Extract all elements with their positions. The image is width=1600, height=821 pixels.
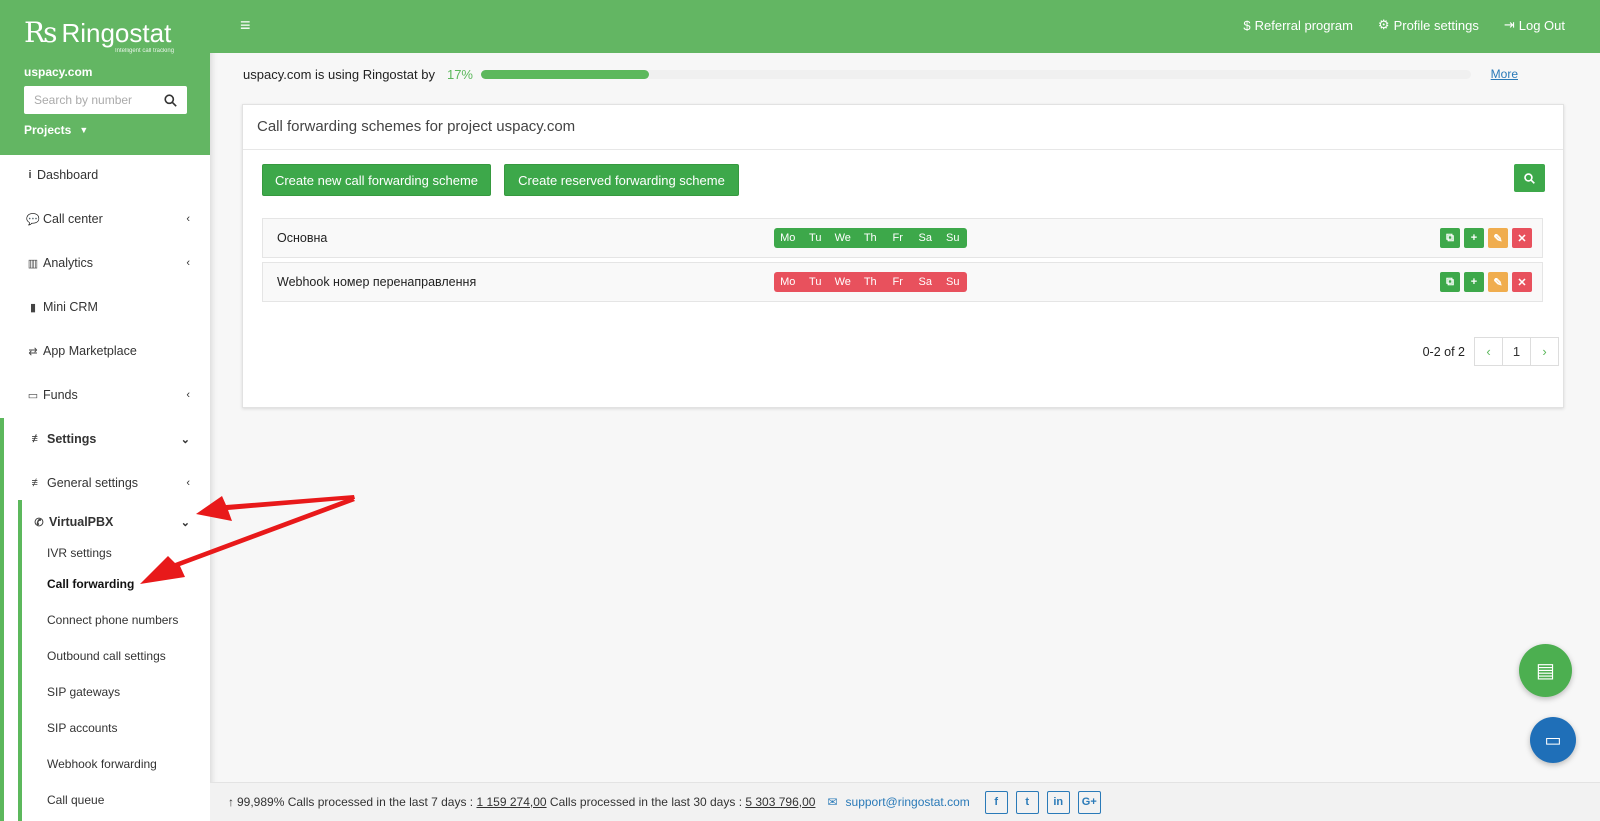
arrow-to-call-forwarding bbox=[140, 497, 355, 584]
calls-30-days-value: 5 303 796,00 bbox=[745, 795, 816, 809]
panel-title: Call forwarding schemes for project uspa… bbox=[243, 105, 1563, 150]
support-email: support@ringostat.com bbox=[845, 795, 970, 809]
plus-icon[interactable]: + bbox=[1464, 228, 1484, 248]
delete-icon[interactable]: ✕ bbox=[1512, 272, 1532, 292]
next-page-button[interactable]: › bbox=[1530, 337, 1559, 366]
subnav-sip-gateways[interactable]: SIP gateways bbox=[47, 685, 120, 699]
calls-30-days-label: Calls processed in the last 30 days : bbox=[549, 795, 743, 809]
linkedin-icon[interactable]: in bbox=[1046, 790, 1070, 814]
usage-more-link[interactable]: More bbox=[1491, 67, 1518, 81]
day-th: Th bbox=[863, 276, 877, 288]
dollar-icon: $ bbox=[1243, 17, 1251, 33]
chat-button[interactable]: ▭ bbox=[1530, 717, 1576, 763]
logout-link[interactable]: ⇥ Log Out bbox=[1504, 17, 1565, 33]
top-links: $ Referral program ⚙ Profile settings ⇥ … bbox=[1243, 17, 1565, 33]
facebook-icon[interactable]: f bbox=[984, 790, 1008, 814]
knowledge-base-button[interactable]: ▤ bbox=[1519, 644, 1572, 697]
sign-out-icon: ⇥ bbox=[1503, 17, 1515, 32]
footer-stats: ↑ 99,989% Calls processed in the last 7 … bbox=[210, 782, 1600, 821]
arrow-up-icon: ↑ bbox=[228, 795, 234, 809]
scheme-row[interactable]: Основна Mo Tu We Th Fr Sa Su ⧉ + ✎ ✕ bbox=[262, 218, 1543, 258]
subnav-webhook-forwarding[interactable]: Webhook forwarding bbox=[47, 757, 157, 771]
logout-label: Log Out bbox=[1518, 17, 1565, 33]
referral-program-label: Referral program bbox=[1254, 17, 1353, 33]
book-icon: ▤ bbox=[1536, 660, 1555, 682]
prev-page-button[interactable]: ‹ bbox=[1474, 337, 1503, 366]
day-mo: Mo bbox=[780, 232, 796, 244]
chat-icon: ▭ bbox=[1544, 729, 1562, 750]
usage-progress: uspacy.com is using Ringostat by 17% Mor… bbox=[243, 66, 1518, 82]
search-icon bbox=[1524, 172, 1535, 184]
day-sa: Sa bbox=[918, 232, 932, 244]
profile-settings-link[interactable]: ⚙ Profile settings bbox=[1378, 17, 1479, 33]
scheme-row[interactable]: Webhook номер перенаправлення Mo Tu We T… bbox=[262, 262, 1543, 302]
pencil-icon[interactable]: ✎ bbox=[1488, 228, 1508, 248]
envelope-icon: ✉ bbox=[827, 795, 838, 809]
search-schemes-button[interactable] bbox=[1514, 164, 1545, 192]
create-reserved-scheme-button[interactable]: Create reserved forwarding scheme bbox=[504, 164, 739, 196]
day-sa: Sa bbox=[918, 276, 932, 288]
pagination: 0-2 of 2 ‹ 1 › bbox=[1423, 337, 1559, 366]
day-mo: Mo bbox=[780, 276, 796, 288]
subnav-outbound-call-settings[interactable]: Outbound call settings bbox=[47, 649, 166, 663]
pagination-range: 0-2 of 2 bbox=[1422, 344, 1465, 359]
delete-icon[interactable]: ✕ bbox=[1512, 228, 1532, 248]
subnav-call-queue[interactable]: Call queue bbox=[47, 793, 104, 807]
day-we: We bbox=[834, 276, 851, 288]
scheme-actions: ⧉ + ✎ ✕ bbox=[1440, 272, 1532, 292]
profile-settings-label: Profile settings bbox=[1393, 17, 1479, 33]
scheme-days: Mo Tu We Th Fr Sa Su bbox=[774, 228, 967, 248]
uptime-value: 99,989% bbox=[237, 795, 285, 809]
referral-program-link[interactable]: $ Referral program bbox=[1243, 17, 1353, 33]
top-navbar: ≡ $ Referral program ⚙ Profile settings … bbox=[210, 0, 1600, 53]
day-fr: Fr bbox=[892, 232, 903, 244]
day-tu: Tu bbox=[809, 232, 822, 244]
copy-icon[interactable]: ⧉ bbox=[1440, 228, 1460, 248]
usage-progress-fill bbox=[481, 69, 650, 79]
twitter-icon[interactable]: t bbox=[1015, 790, 1039, 814]
day-su: Su bbox=[946, 232, 960, 244]
copy-icon[interactable]: ⧉ bbox=[1440, 272, 1460, 292]
day-we: We bbox=[834, 232, 851, 244]
day-fr: Fr bbox=[892, 276, 903, 288]
scheme-actions: ⧉ + ✎ ✕ bbox=[1440, 228, 1532, 248]
calls-7-days-label: Calls processed in the last 7 days : bbox=[287, 795, 474, 809]
pencil-icon[interactable]: ✎ bbox=[1488, 272, 1508, 292]
forwarding-schemes-panel: Call forwarding schemes for project uspa… bbox=[242, 104, 1564, 408]
annotation-arrows bbox=[140, 495, 355, 584]
day-th: Th bbox=[863, 232, 877, 244]
gears-icon: ⚙ bbox=[1377, 17, 1390, 32]
scheme-days: Mo Tu We Th Fr Sa Su bbox=[774, 272, 967, 292]
usage-progress-track bbox=[481, 69, 1471, 79]
subnav-connect-phone-numbers[interactable]: Connect phone numbers bbox=[47, 613, 178, 627]
plus-icon[interactable]: + bbox=[1464, 272, 1484, 292]
calls-7-days-value: 1 159 274,00 bbox=[476, 795, 547, 809]
google-plus-icon[interactable]: G+ bbox=[1077, 790, 1101, 814]
day-su: Su bbox=[946, 276, 960, 288]
subnav-sip-accounts[interactable]: SIP accounts bbox=[47, 721, 118, 735]
usage-percent: 17% bbox=[446, 66, 473, 82]
social-links: f t in G+ bbox=[984, 790, 1101, 814]
support-email-link[interactable]: ✉ support@ringostat.com bbox=[827, 795, 969, 809]
day-tu: Tu bbox=[809, 276, 822, 288]
page-number-button[interactable]: 1 bbox=[1502, 337, 1531, 366]
